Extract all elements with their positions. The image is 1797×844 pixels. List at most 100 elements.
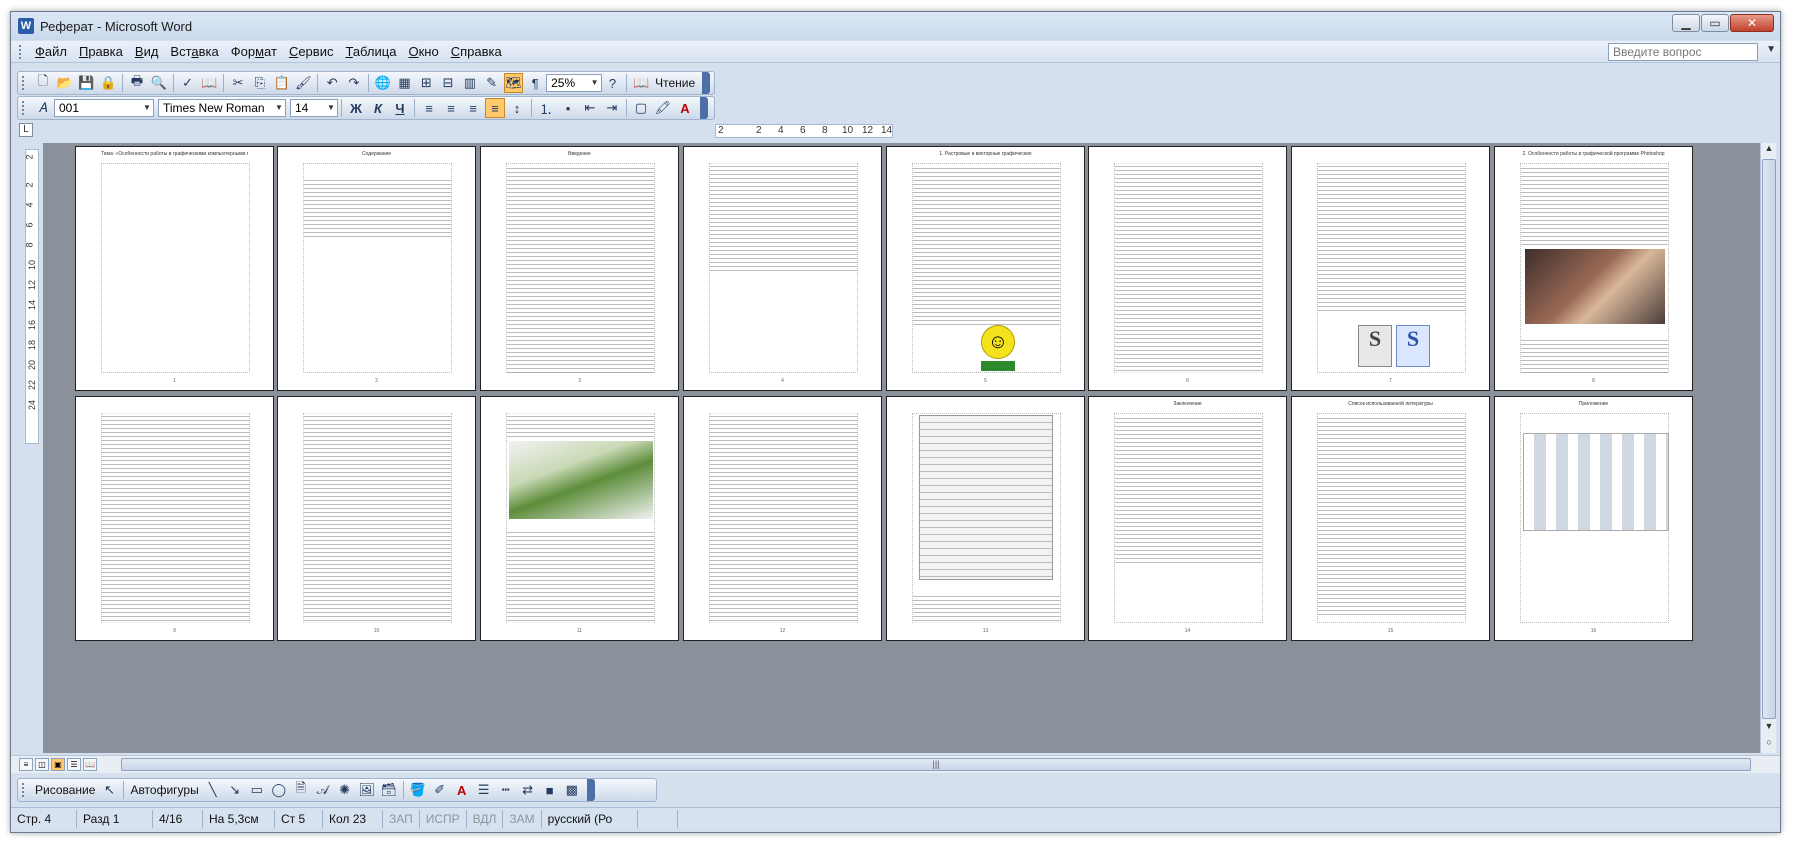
page-5[interactable]: 1. Растровые и векторные графические ☺ 5 [886,146,1085,391]
page-12[interactable]: 12 [683,396,882,641]
text-box-icon[interactable]: 🗎 [291,780,311,800]
zoom-select[interactable]: 25% ▼ [546,74,602,92]
select-objects-icon[interactable]: ↖ [99,780,119,800]
document-area[interactable]: Тема: «Особенности работы в графическими… [43,143,1765,753]
drawing-icon[interactable]: ✎ [482,73,502,93]
horizontal-scroll-bar[interactable]: ≡ ◫ ▣ ☰ 📖 ||| [11,755,1780,773]
vertical-ruler[interactable]: 2 2 4 6 8 10 12 14 16 18 20 22 24 [25,149,39,444]
align-center-icon[interactable]: ≡ [441,98,461,118]
status-track-changes[interactable]: ИСПР [420,809,467,828]
page-14[interactable]: Заключение 14 [1088,396,1287,641]
page-11[interactable]: 11 [480,396,679,641]
menu-format[interactable]: Формат [225,42,283,62]
menu-help[interactable]: Справка [445,42,508,62]
document-map-icon[interactable]: 🗺 [503,73,524,93]
toolbar-options-icon[interactable] [586,779,595,801]
wordart-icon[interactable]: 𝒜 [313,780,333,800]
show-hide-icon[interactable]: ¶ [525,73,545,93]
clipart-icon[interactable]: 🖼 [357,780,377,800]
read-icon[interactable]: 📖 [631,73,651,93]
tables-borders-icon[interactable]: ▦ [395,73,415,93]
numbering-icon[interactable]: ⒈ [536,98,556,118]
menu-file[interactable]: Файл [29,42,73,62]
page-7[interactable]: S S 7 [1291,146,1490,391]
draw-font-color-icon[interactable]: A [452,780,472,800]
line-style-icon[interactable]: ☰ [474,780,494,800]
oval-icon[interactable]: ◯ [269,780,289,800]
diagram-icon[interactable]: ✺ [335,780,355,800]
copy-icon[interactable]: ⎘ [250,73,270,93]
print-icon[interactable]: 🖶 [127,73,147,93]
reading-view-icon[interactable]: 📖 [83,758,97,771]
page-3[interactable]: Введение 3 [480,146,679,391]
picture-icon[interactable]: 🗃 [379,780,399,800]
permission-icon[interactable]: 🔒 [98,73,118,93]
word-app-icon[interactable]: W [18,18,34,34]
shadow-icon[interactable]: ■ [540,780,560,800]
arrow-icon[interactable]: ↘ [225,780,245,800]
normal-view-icon[interactable]: ≡ [19,758,33,771]
print-preview-icon[interactable]: 🔍 [149,73,169,93]
page-13[interactable]: 13 [886,396,1085,641]
autoshapes-menu-button[interactable]: Автофигуры [127,783,201,797]
font-size-select[interactable]: 14 ▼ [290,99,338,117]
ask-question-input[interactable]: Введите вопрос [1608,43,1758,61]
page-6[interactable]: 6 [1088,146,1287,391]
menu-grip[interactable] [19,44,23,59]
borders-icon[interactable]: ▢ [631,98,651,118]
page-9[interactable]: 9 [75,396,274,641]
close-button[interactable]: ✕ [1730,14,1774,32]
fill-color-icon[interactable]: 🪣 [408,780,428,800]
align-right-icon[interactable]: ≡ [463,98,483,118]
undo-icon[interactable]: ↶ [322,73,342,93]
justify-icon[interactable]: ≡ [485,98,505,118]
page-4[interactable]: 4 [683,146,882,391]
page-16[interactable]: Приложение 16 [1494,396,1693,641]
font-select[interactable]: Times New Roman ▼ [158,99,286,117]
scroll-up-icon[interactable]: ▲ [1761,143,1777,157]
bold-button[interactable]: Ж [346,98,366,118]
columns-icon[interactable]: ▥ [460,73,480,93]
toolbar-options-icon[interactable] [702,72,711,94]
page-2[interactable]: Содержание 2 [277,146,476,391]
bullets-icon[interactable]: • [558,98,578,118]
spelling-icon[interactable]: ✓ [178,73,198,93]
page-1[interactable]: Тема: «Особенности работы в графическими… [75,146,274,391]
line-color-icon[interactable]: ✐ [430,780,450,800]
menu-insert[interactable]: Вставка [164,42,224,62]
font-color-icon[interactable]: A [675,98,695,118]
maximize-button[interactable]: ▭ [1701,14,1729,32]
status-language[interactable]: русский (Ро [542,809,638,828]
arrow-style-icon[interactable]: ⇄ [518,780,538,800]
hyperlink-icon[interactable]: 🌐 [373,73,393,93]
title-bar[interactable]: W Реферат - Microsoft Word ▁ ▭ ✕ [11,12,1780,40]
horizontal-ruler[interactable]: 2 2 4 6 8 10 12 14 [715,124,893,138]
menu-table[interactable]: Таблица [339,42,402,62]
research-icon[interactable]: 📖 [199,73,219,93]
style-select[interactable]: 001 ▼ [54,99,154,117]
cut-icon[interactable]: ✂ [228,73,248,93]
menu-tools[interactable]: Сервис [283,42,340,62]
select-browse-object-icon[interactable]: ○ [1761,737,1777,751]
decrease-indent-icon[interactable]: ⇤ [580,98,600,118]
menu-window[interactable]: Окно [402,42,444,62]
new-document-icon[interactable]: 🗋 [33,73,53,93]
page-15[interactable]: Список использованной литературы 15 [1291,396,1490,641]
page-8[interactable]: 2. Особенности работы в графической прог… [1494,146,1693,391]
menu-edit[interactable]: Правка [73,42,129,62]
italic-button[interactable]: К [368,98,388,118]
insert-excel-icon[interactable]: ⊟ [438,73,458,93]
increase-indent-icon[interactable]: ⇥ [602,98,622,118]
line-spacing-icon[interactable]: ↕ [507,98,527,118]
styles-pane-icon[interactable]: 𝐴 [33,98,53,118]
save-icon[interactable]: 💾 [77,73,97,93]
open-folder-icon[interactable]: 📂 [55,73,75,93]
redo-icon[interactable]: ↷ [344,73,364,93]
page-10[interactable]: 10 [277,396,476,641]
web-view-icon[interactable]: ◫ [35,758,49,771]
status-extend[interactable]: ВДЛ [467,809,504,828]
format-painter-icon[interactable]: 🖌 [294,73,314,93]
insert-table-icon[interactable]: ⊞ [416,73,436,93]
status-overtype[interactable]: ЗАМ [503,809,542,828]
status-spelling-icon[interactable] [638,809,678,828]
